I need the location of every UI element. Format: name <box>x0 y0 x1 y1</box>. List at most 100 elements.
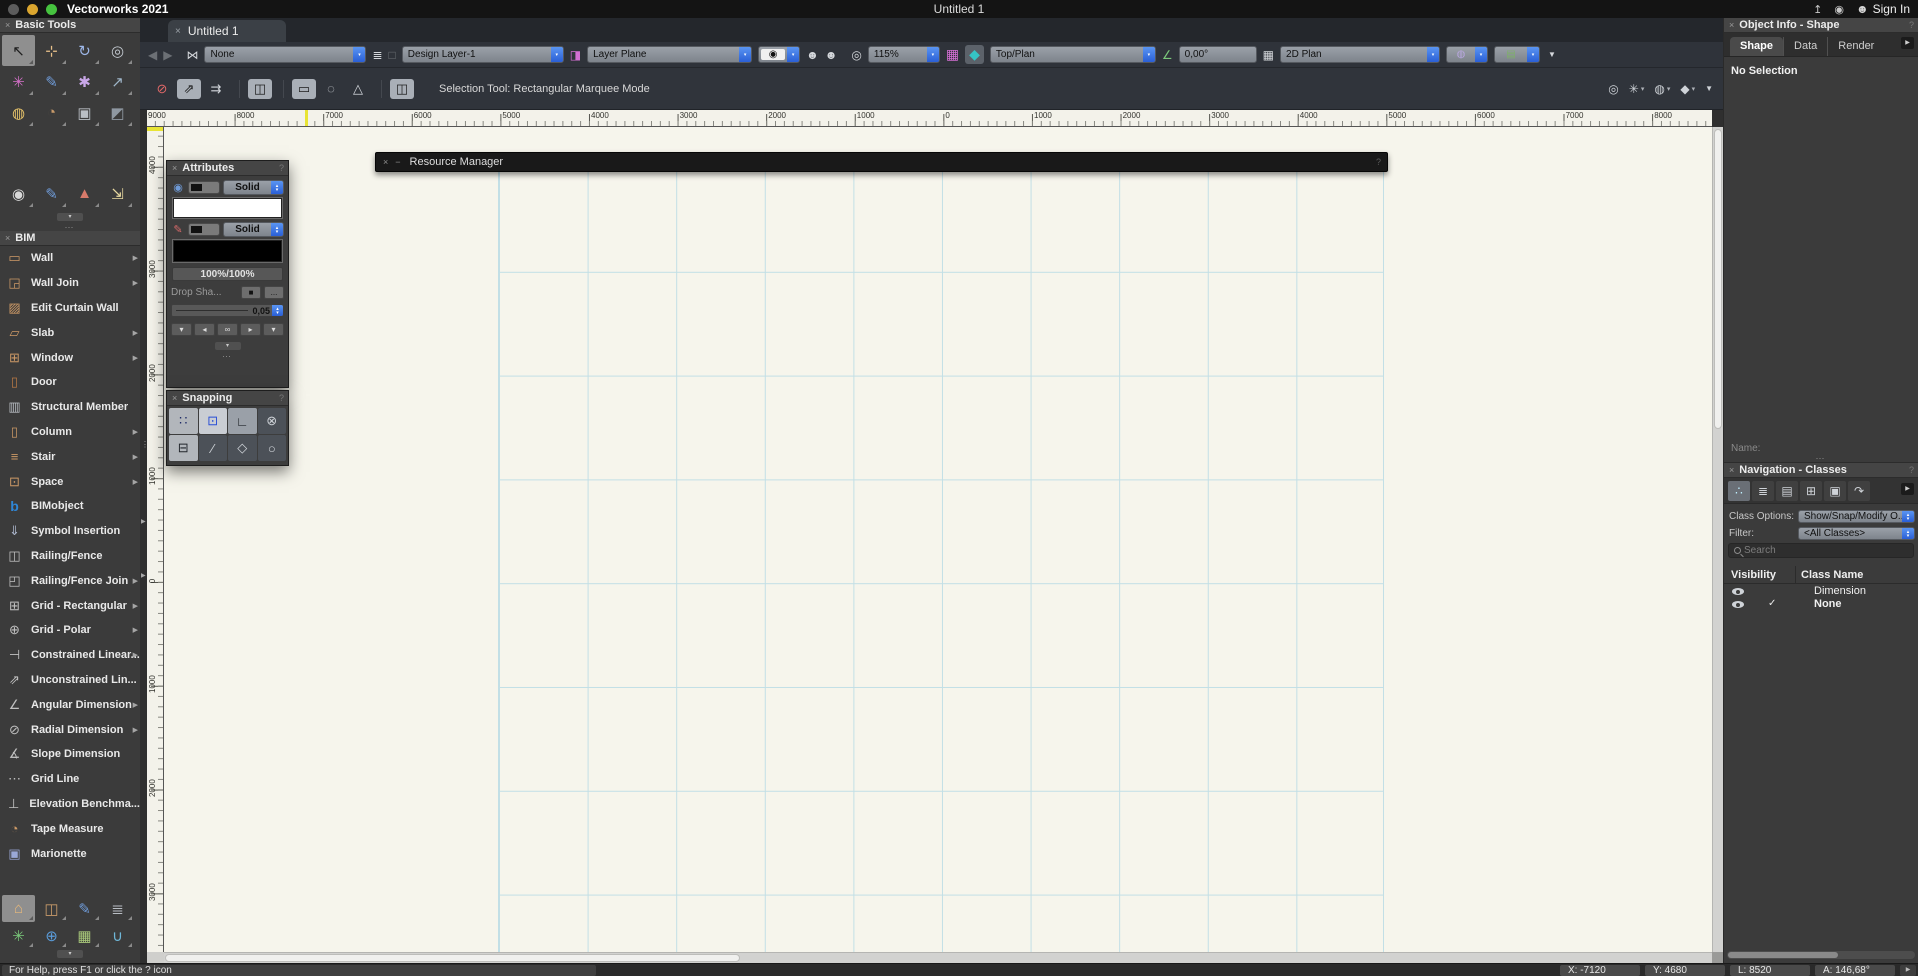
class-search-input[interactable]: Search <box>1728 543 1914 558</box>
sign-in-button[interactable]: ☻ Sign In <box>1856 2 1910 16</box>
rectangular-marquee-mode[interactable]: ▭ <box>292 78 316 99</box>
help-icon[interactable]: ? <box>1909 465 1914 475</box>
navigation-scrollbar-thumb[interactable] <box>1728 952 1838 958</box>
close-icon[interactable]: × <box>172 163 177 173</box>
bim-tool-grid-line[interactable]: ⋯ Grid Line <box>0 767 140 792</box>
render-mode-dropdown[interactable]: 2D Plan ▾ <box>1280 46 1441 63</box>
layers-icon[interactable]: ≣ <box>372 48 382 62</box>
smart-edge[interactable]: ∕ <box>198 435 227 461</box>
help-icon[interactable]: ? <box>279 163 284 173</box>
vertical-scrollbar-thumb[interactable] <box>1714 129 1722 429</box>
attributes-header[interactable]: × Attributes ? <box>167 161 288 176</box>
user-view-icon[interactable]: ☻ <box>825 48 838 62</box>
wall-plane-icon[interactable]: ◨ <box>570 48 581 62</box>
drop-shadow-swatch-button[interactable]: ■ <box>241 286 261 299</box>
fill-style-dropdown[interactable]: Solid ▴ ▾ <box>223 180 284 195</box>
zoom-line-thickness-icon[interactable]: ◎ <box>1608 82 1618 96</box>
bim-tool-column[interactable]: ▯ Column ▶ <box>0 420 140 445</box>
bim-tool-door[interactable]: ▯ Door <box>0 370 140 395</box>
object-drop-mode[interactable]: ◫ <box>390 78 414 99</box>
nav-tab-references[interactable]: ↷ <box>1848 480 1870 501</box>
flyout-icon[interactable]: ▶ <box>133 428 138 436</box>
bim-tool-edit-curtain-wall[interactable]: ▨ Edit Curtain Wall <box>0 296 140 321</box>
bim-tool-structural-member[interactable]: ▥ Structural Member <box>0 395 140 420</box>
flyout-icon[interactable]: ▶ <box>133 626 138 634</box>
nav-tab-design-layers[interactable]: ≣ <box>1752 480 1774 501</box>
toolset-collapse-button[interactable]: ▾ <box>57 950 83 958</box>
rotation-field[interactable]: 0,00° <box>1178 46 1257 63</box>
help-icon[interactable]: ? <box>1909 20 1914 30</box>
hatch-icon[interactable]: ▦ <box>1263 48 1274 62</box>
visibility-tool[interactable]: ◍ <box>2 97 35 128</box>
flyout-icon[interactable]: ▶ <box>133 453 138 461</box>
bim-tool-slope-dimension[interactable]: ∡ Slope Dimension <box>0 742 140 767</box>
line-weight-slider[interactable]: 0,05 ▴ ▾ <box>171 304 284 317</box>
navigation-scrollbar[interactable] <box>1727 951 1915 959</box>
viewport-grid-icon[interactable]: ▦ <box>946 46 959 63</box>
snap-to-angle[interactable]: ∟ <box>228 408 257 434</box>
plane-mode-dropdown[interactable]: Layer Plane ▾ <box>587 46 753 63</box>
vertical-scrollbar[interactable] <box>1712 127 1723 952</box>
share-icon[interactable]: ↥ <box>1813 3 1822 16</box>
object-info-header[interactable]: × Object Info - Shape ? <box>1724 18 1918 33</box>
flyout-icon[interactable]: ▶ <box>133 651 138 659</box>
interactive-scaling-symbol-mode[interactable]: ⇗ <box>177 78 201 99</box>
active-layer-dropdown[interactable]: Design Layer-1 ▾ <box>401 46 564 63</box>
attributes-resize-handle[interactable]: ⋯ <box>167 352 288 361</box>
zoom-tool[interactable]: ◎ <box>101 35 134 66</box>
palette-resize-handle[interactable]: ⋯ <box>0 223 140 232</box>
bim-tool-grid-rectangular[interactable]: ⊞ Grid - Rectangular ▶ <box>0 593 140 618</box>
palette-dock-divider[interactable]: ⋮ ▶ ▶ <box>140 110 149 963</box>
bim-tool-bimobject[interactable]: b BIMobject <box>0 494 140 519</box>
plan-rotation-icon[interactable]: ∠ <box>1162 48 1173 62</box>
close-icon[interactable]: × <box>5 233 10 243</box>
mode-bar-overflow-icon[interactable]: ▼ <box>1705 84 1713 93</box>
close-icon[interactable]: × <box>1729 20 1734 30</box>
resource-manager-titlebar[interactable]: × − Resource Manager ? <box>375 152 1388 172</box>
visibility-eye-icon[interactable] <box>1732 588 1744 595</box>
object-pickup-mode[interactable]: ◫ <box>248 78 272 99</box>
divider-expand-icon[interactable]: ▶ <box>141 572 146 579</box>
clip-cube-tool[interactable]: ▣ <box>68 97 101 128</box>
pen-swatch-button[interactable] <box>188 223 220 236</box>
settings-menu[interactable]: ✳ ▾ <box>1629 82 1645 96</box>
snap-to-object[interactable]: ⊡ <box>198 408 227 434</box>
tab-data[interactable]: Data <box>1783 37 1827 56</box>
eyedropper-tool[interactable]: ◉ <box>2 178 35 209</box>
panel-expand-icon[interactable]: ▶ <box>1901 37 1914 49</box>
pen-color-well[interactable] <box>172 239 283 263</box>
zoom-level-dropdown[interactable]: 115% ▾ <box>867 46 940 63</box>
interactive-scaling-marquee-mode[interactable]: ⇉ <box>204 79 228 99</box>
snapping-header[interactable]: × Snapping ? <box>167 391 288 406</box>
bim-tool-constrained-linear[interactable]: ⊣ Constrained Linear... ▶ <box>0 643 140 668</box>
end-marker-dropdown[interactable]: ▾ <box>263 323 284 336</box>
landmark-toolset[interactable]: ✳ <box>2 922 35 949</box>
lasso-marquee-mode[interactable]: ◌ <box>319 79 343 99</box>
back-icon[interactable]: ◀ <box>148 48 157 62</box>
close-icon[interactable]: × <box>383 157 388 167</box>
nav-tab-saved-views[interactable]: ▣ <box>1824 480 1846 501</box>
unified-view-icon[interactable]: ◆ <box>965 45 984 64</box>
bim-tool-slab[interactable]: ▱ Slab ▶ <box>0 320 140 345</box>
nav-tab-classes[interactable]: ∴ <box>1728 480 1750 501</box>
drag-sheet-tool[interactable]: ⇲ <box>101 178 134 209</box>
navigation-header[interactable]: × Navigation - Classes ? <box>1724 463 1918 478</box>
document-tab[interactable]: × Untitled 1 <box>168 20 286 42</box>
zoom-window-button[interactable] <box>46 3 57 15</box>
start-marker-dropdown[interactable]: ▾ <box>171 323 192 336</box>
close-icon[interactable]: × <box>1729 465 1734 475</box>
horizontal-scrollbar-thumb[interactable] <box>165 954 740 962</box>
drop-shadow-settings-button[interactable]: ... <box>264 286 284 299</box>
bim-tool-elevation-benchma[interactable]: ⊥ Elevation Benchma... <box>0 792 140 817</box>
help-icon[interactable]: ? <box>1376 157 1381 167</box>
flyout-icon[interactable]: ▶ <box>133 254 138 262</box>
bim-tool-radial-dimension[interactable]: ⊘ Radial Dimension ▶ <box>0 717 140 742</box>
callout-tool[interactable]: ✎ <box>35 178 68 209</box>
filter-dropdown[interactable]: <All Classes> ▴ ▾ <box>1798 527 1915 540</box>
class-display-dropdown[interactable]: ◉ ▾ <box>758 46 801 63</box>
snap-to-distance[interactable]: ⊟ <box>169 435 198 461</box>
close-window-button[interactable] <box>8 3 19 15</box>
mep-toolset[interactable]: ∪ <box>101 922 134 949</box>
bim-tool-stair[interactable]: ≡ Stair ▶ <box>0 444 140 469</box>
flyout-icon[interactable]: ▶ <box>133 478 138 486</box>
